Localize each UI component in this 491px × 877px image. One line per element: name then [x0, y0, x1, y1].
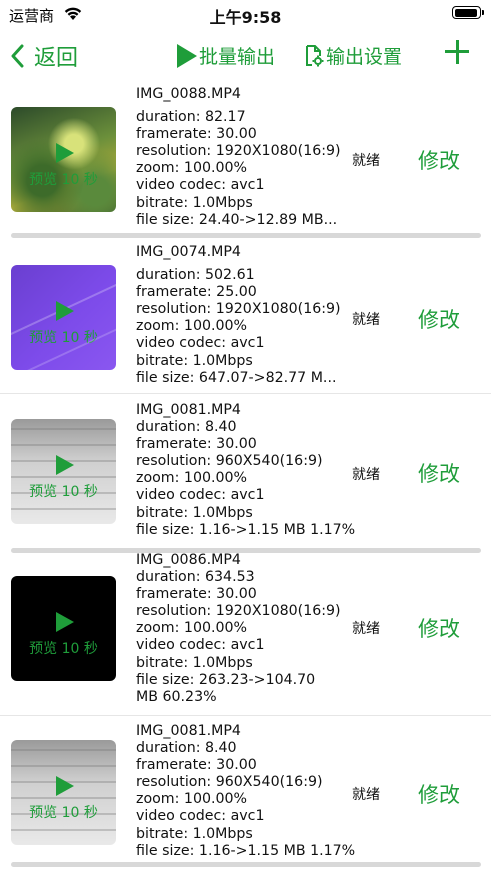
file-size: file size: 647.07->82.77 M... [136, 369, 337, 386]
zoom: zoom: 100.00% [136, 470, 248, 487]
divider [0, 715, 491, 716]
play-icon [177, 43, 197, 68]
status-label: 就绪 [352, 621, 380, 637]
preview-label: 预览 10 秒 [29, 805, 98, 821]
progress-bar [11, 862, 481, 867]
clock: 上午9:58 [209, 8, 282, 27]
divider [0, 393, 491, 394]
preview-label: 预览 10 秒 [29, 330, 98, 346]
video-info: IMG_0086.MP4 duration: 634.53 framerate:… [136, 552, 341, 706]
status-label: 就绪 [352, 467, 380, 483]
video-info: IMG_0081.MP4 duration: 8.40 framerate: 3… [136, 723, 356, 860]
framerate: framerate: 30.00 [136, 436, 257, 453]
video-thumbnail[interactable]: 预览 10 秒 [11, 740, 116, 845]
resolution: resolution: 960X540(16:9) [136, 774, 323, 791]
video-info: IMG_0081.MP4 duration: 8.40 framerate: 3… [136, 402, 356, 539]
duration: duration: 82.17 [136, 109, 246, 126]
edit-button[interactable]: 修改 [418, 779, 460, 809]
list-item: 预览 10 秒 IMG_0081.MP4 duration: 8.40 fram… [0, 717, 491, 867]
video-codec: video codec: avc1 [136, 177, 265, 194]
resolution: resolution: 1920X1080(16:9) [136, 301, 341, 318]
bitrate: bitrate: 1.0Mbps [136, 654, 253, 671]
file-name: IMG_0088.MP4 [136, 86, 241, 102]
add-button[interactable] [443, 38, 471, 66]
duration: duration: 634.53 [136, 569, 255, 586]
file-name: IMG_0081.MP4 [136, 402, 241, 418]
bitrate: bitrate: 1.0Mbps [136, 352, 253, 369]
video-thumbnail[interactable]: 预览 10 秒 [11, 107, 116, 212]
back-button[interactable]: 返回 [10, 40, 78, 72]
video-codec: video codec: avc1 [136, 335, 265, 352]
bitrate: bitrate: 1.0Mbps [136, 504, 253, 521]
list-item: 预览 10 秒 IMG_0081.MP4 duration: 8.40 fram… [0, 396, 491, 553]
video-info: IMG_0074.MP4 duration: 502.61 framerate:… [136, 244, 341, 387]
progress-bar [11, 233, 481, 238]
status-label: 就绪 [352, 787, 380, 803]
edit-button[interactable]: 修改 [418, 458, 460, 488]
batch-output-label: 批量输出 [199, 46, 276, 68]
video-thumbnail[interactable]: 预览 10 秒 [11, 576, 116, 681]
resolution: resolution: 1920X1080(16:9) [136, 603, 341, 620]
list-item: 预览 10 秒 IMG_0074.MP4 duration: 502.61 fr… [0, 241, 491, 396]
battery-fill [454, 8, 477, 17]
zoom: zoom: 100.00% [136, 791, 248, 808]
bitrate: bitrate: 1.0Mbps [136, 194, 253, 211]
file-gear-icon [306, 44, 324, 66]
video-codec: video codec: avc1 [136, 637, 265, 654]
file-size: file size: 24.40->12.89 MB... [136, 211, 338, 228]
video-codec: video codec: avc1 [136, 487, 265, 504]
file-size: file size: 1.16->1.15 MB 1.17% [136, 842, 356, 859]
chevron-left-icon [11, 44, 24, 68]
batch-output-button[interactable]: 批量输出 [177, 42, 275, 69]
edit-button[interactable]: 修改 [418, 304, 460, 334]
file-name: IMG_0086.MP4 [136, 552, 241, 568]
duration: duration: 8.40 [136, 419, 237, 436]
preview-label: 预览 10 秒 [29, 641, 98, 657]
file-name: IMG_0081.MP4 [136, 723, 241, 739]
play-icon [56, 612, 74, 632]
zoom: zoom: 100.00% [136, 620, 248, 637]
status-label: 就绪 [352, 153, 380, 169]
framerate: framerate: 30.00 [136, 586, 257, 603]
list-item: 预览 10 秒 IMG_0086.MP4 duration: 634.53 fr… [0, 552, 491, 717]
preview-label: 预览 10 秒 [29, 484, 98, 500]
status-label: 就绪 [352, 312, 380, 328]
bitrate: bitrate: 1.0Mbps [136, 825, 253, 842]
play-icon [56, 143, 74, 163]
output-settings-button[interactable]: 输出设置 [304, 42, 402, 69]
zoom: zoom: 100.00% [136, 160, 248, 177]
video-thumbnail[interactable]: 预览 10 秒 [11, 265, 116, 370]
file-size: file size: 263.23->104.70 MB 60.23% [136, 671, 316, 705]
play-icon [56, 776, 74, 796]
play-icon [56, 301, 74, 321]
video-info: IMG_0088.MP4 duration: 82.17 framerate: … [136, 86, 341, 229]
edit-button[interactable]: 修改 [418, 613, 460, 643]
file-size: file size: 1.16->1.15 MB 1.17% [136, 521, 356, 538]
output-settings-label: 输出设置 [326, 46, 403, 68]
status-bar: 运营商 上午9:58 [0, 0, 491, 30]
resolution: resolution: 1920X1080(16:9) [136, 143, 341, 160]
edit-button[interactable]: 修改 [418, 145, 460, 175]
battery-icon [452, 6, 484, 19]
preview-label: 预览 10 秒 [29, 172, 98, 188]
framerate: framerate: 30.00 [136, 757, 257, 774]
video-thumbnail[interactable]: 预览 10 秒 [11, 419, 116, 524]
list-item: 预览 10 秒 IMG_0088.MP4 duration: 82.17 fra… [0, 84, 491, 241]
framerate: framerate: 25.00 [136, 284, 257, 301]
file-name: IMG_0074.MP4 [136, 244, 241, 260]
duration: duration: 502.61 [136, 267, 255, 284]
back-label: 返回 [34, 46, 79, 71]
nav-bar: 返回 批量输出 输出设置 [0, 34, 491, 78]
framerate: framerate: 30.00 [136, 126, 257, 143]
play-icon [56, 455, 74, 475]
video-codec: video codec: avc1 [136, 808, 265, 825]
duration: duration: 8.40 [136, 740, 237, 757]
video-list: 预览 10 秒 IMG_0088.MP4 duration: 82.17 fra… [0, 84, 491, 867]
zoom: zoom: 100.00% [136, 318, 248, 335]
resolution: resolution: 960X540(16:9) [136, 453, 323, 470]
